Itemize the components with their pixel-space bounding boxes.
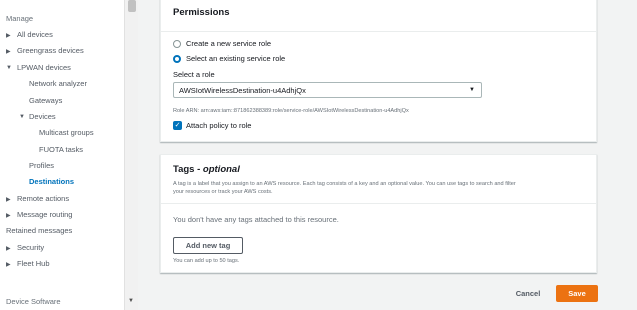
cancel-button[interactable]: Cancel bbox=[508, 286, 548, 302]
sidebar-item-gateways[interactable]: Gateways bbox=[29, 96, 62, 105]
sidebar-item-greengrass-devices[interactable]: Greengrass devices bbox=[17, 46, 84, 55]
radio-create-new-role-label: Create a new service role bbox=[186, 39, 272, 48]
attach-policy-label: Attach policy to role bbox=[186, 121, 252, 130]
tags-description-line1: A tag is a label that you assign to an A… bbox=[173, 181, 516, 187]
sidebar-item-device-software[interactable]: Device Software bbox=[6, 297, 61, 306]
sidebar-item-devices[interactable]: Devices bbox=[29, 112, 56, 121]
radio-select-existing-role[interactable] bbox=[173, 55, 181, 63]
sidebar-item-message-routing[interactable]: Message routing bbox=[17, 210, 72, 219]
sidebar-heading-manage: Manage bbox=[6, 14, 34, 23]
radio-select-existing-role-label: Select an existing service role bbox=[186, 54, 286, 63]
tags-limit-text: You can add up to 50 tags. bbox=[173, 258, 240, 264]
tags-description-line2: your resources or track your AWS costs. bbox=[173, 189, 273, 195]
sidebar-item-all-devices[interactable]: All devices bbox=[17, 30, 53, 39]
sidebar-item-remote-actions[interactable]: Remote actions bbox=[17, 194, 69, 203]
sidebar-nav: Manage ▶ All devices ▶ Greengrass device… bbox=[0, 0, 130, 310]
role-arn-text: Role ARN: arn:aws:iam::871862388389:role… bbox=[173, 108, 409, 114]
tags-title-optional: - optional bbox=[197, 164, 240, 175]
sidebar-item-lpwan-devices[interactable]: LPWAN devices bbox=[17, 63, 71, 72]
caret-right-icon[interactable]: ▶ bbox=[6, 32, 11, 39]
tags-panel: Tags - optional A tag is a label that yo… bbox=[160, 154, 597, 273]
permissions-panel: Permissions Create a new service role Se… bbox=[160, 0, 597, 142]
caret-down-icon[interactable]: ▼ bbox=[19, 114, 25, 120]
radio-create-new-role[interactable] bbox=[173, 40, 181, 48]
sidebar-item-fuota-tasks[interactable]: FUOTA tasks bbox=[39, 145, 83, 154]
sidebar-item-network-analyzer[interactable]: Network analyzer bbox=[29, 79, 87, 88]
sidebar-item-destinations[interactable]: Destinations bbox=[29, 177, 74, 186]
scrollbar-thumb[interactable] bbox=[128, 0, 136, 12]
caret-right-icon[interactable]: ▶ bbox=[6, 212, 11, 219]
sidebar-scrollbar[interactable]: ▼ bbox=[124, 0, 138, 310]
tags-title-text: Tags bbox=[173, 164, 195, 175]
permissions-title: Permissions bbox=[161, 0, 596, 32]
sidebar-item-security[interactable]: Security bbox=[17, 243, 44, 252]
caret-right-icon[interactable]: ▶ bbox=[6, 48, 11, 55]
role-select[interactable]: AWSIotWirelessDestination-u4AdhjQx ▼ bbox=[173, 82, 482, 98]
tags-empty-text: You don't have any tags attached to this… bbox=[173, 215, 339, 224]
caret-right-icon[interactable]: ▶ bbox=[6, 245, 11, 252]
caret-down-icon[interactable]: ▼ bbox=[6, 65, 12, 71]
role-select-value: AWSIotWirelessDestination-u4AdhjQx bbox=[179, 86, 306, 95]
add-new-tag-button[interactable]: Add new tag bbox=[173, 237, 243, 254]
attach-policy-checkbox[interactable]: ✓ bbox=[173, 121, 182, 130]
sidebar-item-retained-messages[interactable]: Retained messages bbox=[6, 226, 72, 235]
tags-divider bbox=[161, 203, 596, 204]
caret-down-icon: ▼ bbox=[469, 87, 475, 93]
sidebar-item-multicast-groups[interactable]: Multicast groups bbox=[39, 128, 94, 137]
tags-title: Tags - optional bbox=[173, 164, 240, 175]
sidebar-item-fleet-hub[interactable]: Fleet Hub bbox=[17, 259, 50, 268]
scroll-down-arrow-icon[interactable]: ▼ bbox=[128, 298, 134, 304]
save-button[interactable]: Save bbox=[556, 285, 598, 302]
caret-right-icon[interactable]: ▶ bbox=[6, 196, 11, 203]
caret-right-icon[interactable]: ▶ bbox=[6, 261, 11, 268]
select-role-label: Select a role bbox=[173, 70, 215, 79]
sidebar-item-profiles[interactable]: Profiles bbox=[29, 161, 54, 170]
